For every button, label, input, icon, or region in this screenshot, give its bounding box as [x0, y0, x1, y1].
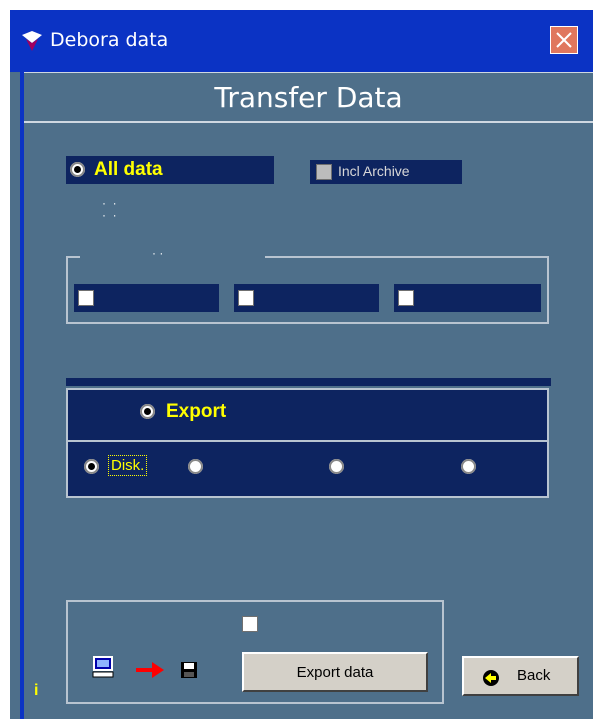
window-border	[20, 72, 24, 719]
debora-app-icon	[22, 31, 42, 51]
back-arrow-icon	[483, 670, 499, 686]
option-checkbox-3[interactable]	[394, 284, 541, 312]
info-icon[interactable]: i	[34, 682, 38, 700]
export-radio[interactable]	[140, 404, 155, 419]
back-button[interactable]: Back	[462, 656, 579, 696]
option-checkbox-2[interactable]	[234, 284, 379, 312]
incl-archive-option[interactable]: Incl Archive	[310, 160, 462, 184]
close-button[interactable]	[550, 26, 578, 54]
export-section-bar	[66, 378, 551, 386]
destination-radio-4[interactable]	[461, 459, 476, 474]
group-caption-gap: · ·	[80, 246, 265, 262]
export-label[interactable]: Export	[166, 401, 226, 423]
all-data-label: All data	[94, 159, 163, 180]
page-title: Transfer Data	[214, 81, 403, 114]
option-checkbox-1[interactable]	[74, 284, 219, 312]
incl-archive-checkbox[interactable]	[316, 164, 332, 180]
disk-label[interactable]: Disk.	[108, 455, 148, 476]
window-title: Debora data	[50, 29, 169, 51]
destination-radio-2[interactable]	[188, 459, 203, 474]
option-checkbox-3-box[interactable]	[398, 290, 414, 306]
computer-icon	[92, 656, 114, 678]
export-section	[66, 388, 549, 498]
export-option-checkbox[interactable]	[242, 616, 258, 632]
disk-radio[interactable]	[84, 459, 99, 474]
back-button-label: Back	[517, 667, 551, 684]
export-divider	[66, 440, 549, 442]
option-checkbox-1-box[interactable]	[78, 290, 94, 306]
export-data-button[interactable]: Export data	[242, 652, 428, 692]
arrow-right-icon	[136, 662, 164, 678]
floppy-disk-icon	[181, 662, 197, 678]
close-icon	[556, 32, 572, 48]
all-data-option[interactable]: All data	[66, 156, 274, 184]
title-bar[interactable]: Debora data	[10, 10, 593, 72]
option-checkbox-2-box[interactable]	[238, 290, 254, 306]
application-window: Debora data Transfer Data All data Incl …	[10, 10, 593, 719]
incl-archive-label: Incl Archive	[338, 163, 410, 179]
separator-dots: · ·	[102, 208, 117, 222]
destination-radio-3[interactable]	[329, 459, 344, 474]
all-data-radio[interactable]	[70, 162, 85, 177]
page-header: Transfer Data	[24, 72, 593, 123]
group-caption-dots: · ·	[152, 246, 164, 260]
